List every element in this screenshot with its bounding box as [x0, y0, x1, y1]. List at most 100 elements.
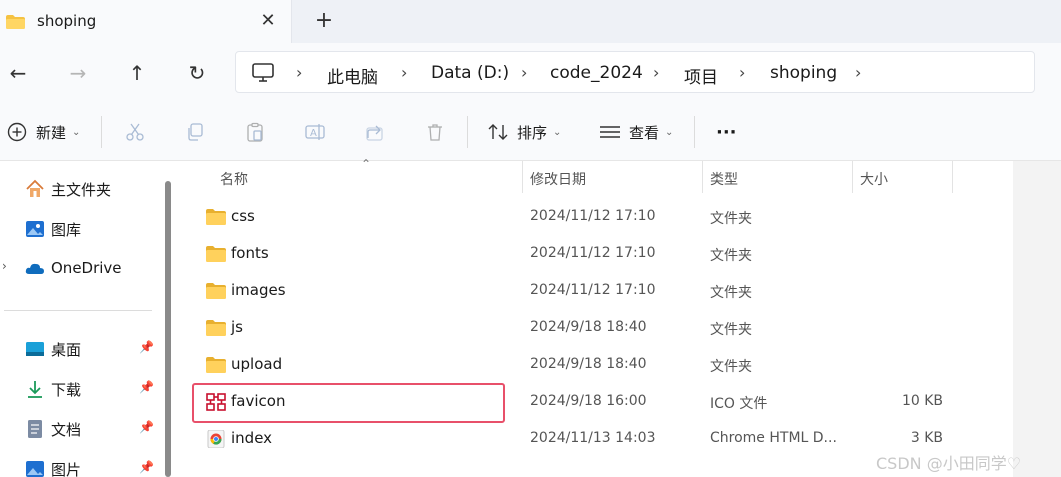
sidebar-item-label: 图库: [51, 221, 82, 239]
close-icon[interactable]: ✕: [258, 11, 278, 31]
cut-button[interactable]: [124, 120, 146, 144]
breadcrumb-expand-chevron[interactable]: ›: [855, 63, 861, 82]
file-date: 2024/11/12 17:10: [530, 208, 656, 224]
details-pane-edge: [1013, 161, 1061, 477]
file-date: 2024/11/12 17:10: [530, 282, 656, 298]
toolbar-divider: [101, 116, 102, 148]
copy-button[interactable]: [184, 120, 206, 144]
desktop-icon: [26, 342, 44, 356]
highlight-annotation: [192, 383, 505, 423]
file-date: 2024/9/18 16:00: [530, 393, 647, 409]
delete-button[interactable]: [424, 120, 446, 144]
toolbar-divider: [694, 116, 695, 148]
column-separator[interactable]: [522, 161, 523, 193]
file-type: 文件夹: [710, 248, 752, 264]
address-bar[interactable]: › 此电脑 › Data (D:) › code_2024 › 项目 › sho…: [235, 51, 1035, 93]
rename-button[interactable]: A: [304, 120, 326, 144]
pin-icon[interactable]: 📌: [139, 340, 154, 354]
file-row[interactable]: fonts 2024/11/12 17:10 文件夹: [178, 236, 1013, 273]
computer-icon: [252, 63, 274, 82]
sidebar-item-label: 桌面: [51, 341, 82, 359]
sidebar-item-home[interactable]: 主文件夹: [0, 174, 160, 204]
breadcrumb-project[interactable]: 项目: [684, 63, 718, 88]
column-header-type[interactable]: 类型: [710, 169, 738, 189]
share-button[interactable]: [364, 120, 386, 144]
breadcrumb-this-pc[interactable]: 此电脑: [327, 63, 378, 88]
view-button[interactable]: 查看 ⌄: [599, 120, 673, 144]
watermark: CSDN @小田同学♡: [876, 454, 1022, 473]
file-name: images: [231, 281, 286, 299]
new-label: 新建: [36, 123, 67, 142]
tab-shoping[interactable]: shoping ✕: [0, 0, 292, 43]
sort-label: 排序: [517, 123, 548, 142]
file-name: css: [231, 207, 255, 225]
sidebar-item-downloads[interactable]: 下载 📌: [0, 374, 160, 404]
sort-button[interactable]: 排序 ⌄: [487, 120, 561, 144]
refresh-button[interactable]: ↻: [184, 60, 210, 86]
sidebar-scrollbar[interactable]: [165, 181, 171, 477]
folder-icon: [206, 357, 226, 373]
pin-icon[interactable]: 📌: [139, 420, 154, 434]
download-icon: [28, 381, 42, 398]
new-tab-button[interactable]: +: [312, 9, 336, 33]
sort-ascending-icon: ⌃: [361, 157, 372, 171]
sort-icon: [487, 121, 509, 143]
folder-icon: [206, 209, 226, 225]
file-row[interactable]: upload 2024/9/18 18:40 文件夹: [178, 347, 1013, 384]
breadcrumb-separator: ›: [521, 63, 528, 82]
navigation-bar: ← → ↑ ↻ › 此电脑 › Data (D:) › code_2024 › …: [0, 43, 1061, 103]
file-type: 文件夹: [710, 322, 752, 338]
pin-icon[interactable]: 📌: [139, 380, 154, 394]
sidebar-item-documents[interactable]: 文档 📌: [0, 414, 160, 444]
file-row[interactable]: css 2024/11/12 17:10 文件夹: [178, 199, 1013, 236]
gallery-icon: [26, 221, 44, 237]
forward-button[interactable]: →: [65, 60, 91, 86]
tab-strip: shoping ✕ +: [0, 0, 1061, 43]
back-button[interactable]: ←: [5, 60, 31, 86]
breadcrumb-shoping[interactable]: shoping: [770, 63, 837, 83]
chevron-right-icon[interactable]: ›: [2, 259, 7, 273]
navigation-pane: 主文件夹 图库 › OneDrive 桌面 📌 下载 📌 文档 📌 图片 📌: [0, 161, 176, 477]
file-row[interactable]: images 2024/11/12 17:10 文件夹: [178, 273, 1013, 310]
sidebar-item-label: 图片: [51, 461, 82, 477]
more-options-button[interactable]: ···: [716, 120, 737, 144]
file-name: fonts: [231, 244, 269, 262]
file-name: index: [231, 429, 273, 447]
share-icon: [364, 121, 386, 143]
column-separator[interactable]: [702, 161, 703, 193]
view-list-icon: [599, 121, 621, 143]
column-header-name[interactable]: 名称: [220, 169, 248, 189]
breadcrumb-separator: ›: [401, 63, 408, 82]
sidebar-item-label: OneDrive: [51, 259, 122, 277]
plus-circle-icon: [6, 121, 28, 143]
sidebar-item-onedrive[interactable]: › OneDrive: [0, 254, 160, 284]
sidebar-item-gallery[interactable]: 图库: [0, 214, 160, 244]
home-icon: [26, 179, 44, 197]
column-separator[interactable]: [952, 161, 953, 193]
paste-button[interactable]: [244, 120, 266, 144]
up-button[interactable]: ↑: [124, 60, 150, 86]
document-icon: [28, 420, 42, 438]
file-size: 10 KB: [901, 393, 943, 409]
file-size: 3 KB: [910, 430, 943, 446]
new-button[interactable]: 新建 ⌄: [6, 120, 80, 144]
sidebar-item-pictures[interactable]: 图片 📌: [0, 454, 160, 477]
file-type: Chrome HTML D...: [710, 430, 837, 446]
pin-icon[interactable]: 📌: [139, 460, 154, 474]
sidebar-divider: [4, 310, 152, 311]
sidebar-item-label: 主文件夹: [51, 181, 112, 199]
svg-text:A: A: [310, 128, 317, 139]
breadcrumb-data-drive[interactable]: Data (D:): [431, 63, 509, 83]
rename-icon: A: [304, 121, 326, 143]
file-row[interactable]: js 2024/9/18 18:40 文件夹: [178, 310, 1013, 347]
file-type: 文件夹: [710, 285, 752, 301]
breadcrumb-code-2024[interactable]: code_2024: [550, 63, 643, 83]
column-header-date[interactable]: 修改日期: [530, 169, 586, 189]
column-header-size[interactable]: 大小: [860, 169, 888, 189]
sidebar-item-label: 下载: [51, 381, 82, 399]
file-date: 2024/11/13 14:03: [530, 430, 656, 446]
clipboard-icon: [244, 121, 266, 143]
column-separator[interactable]: [852, 161, 853, 193]
sidebar-item-desktop[interactable]: 桌面 📌: [0, 334, 160, 364]
toolbar-divider: [467, 116, 468, 148]
